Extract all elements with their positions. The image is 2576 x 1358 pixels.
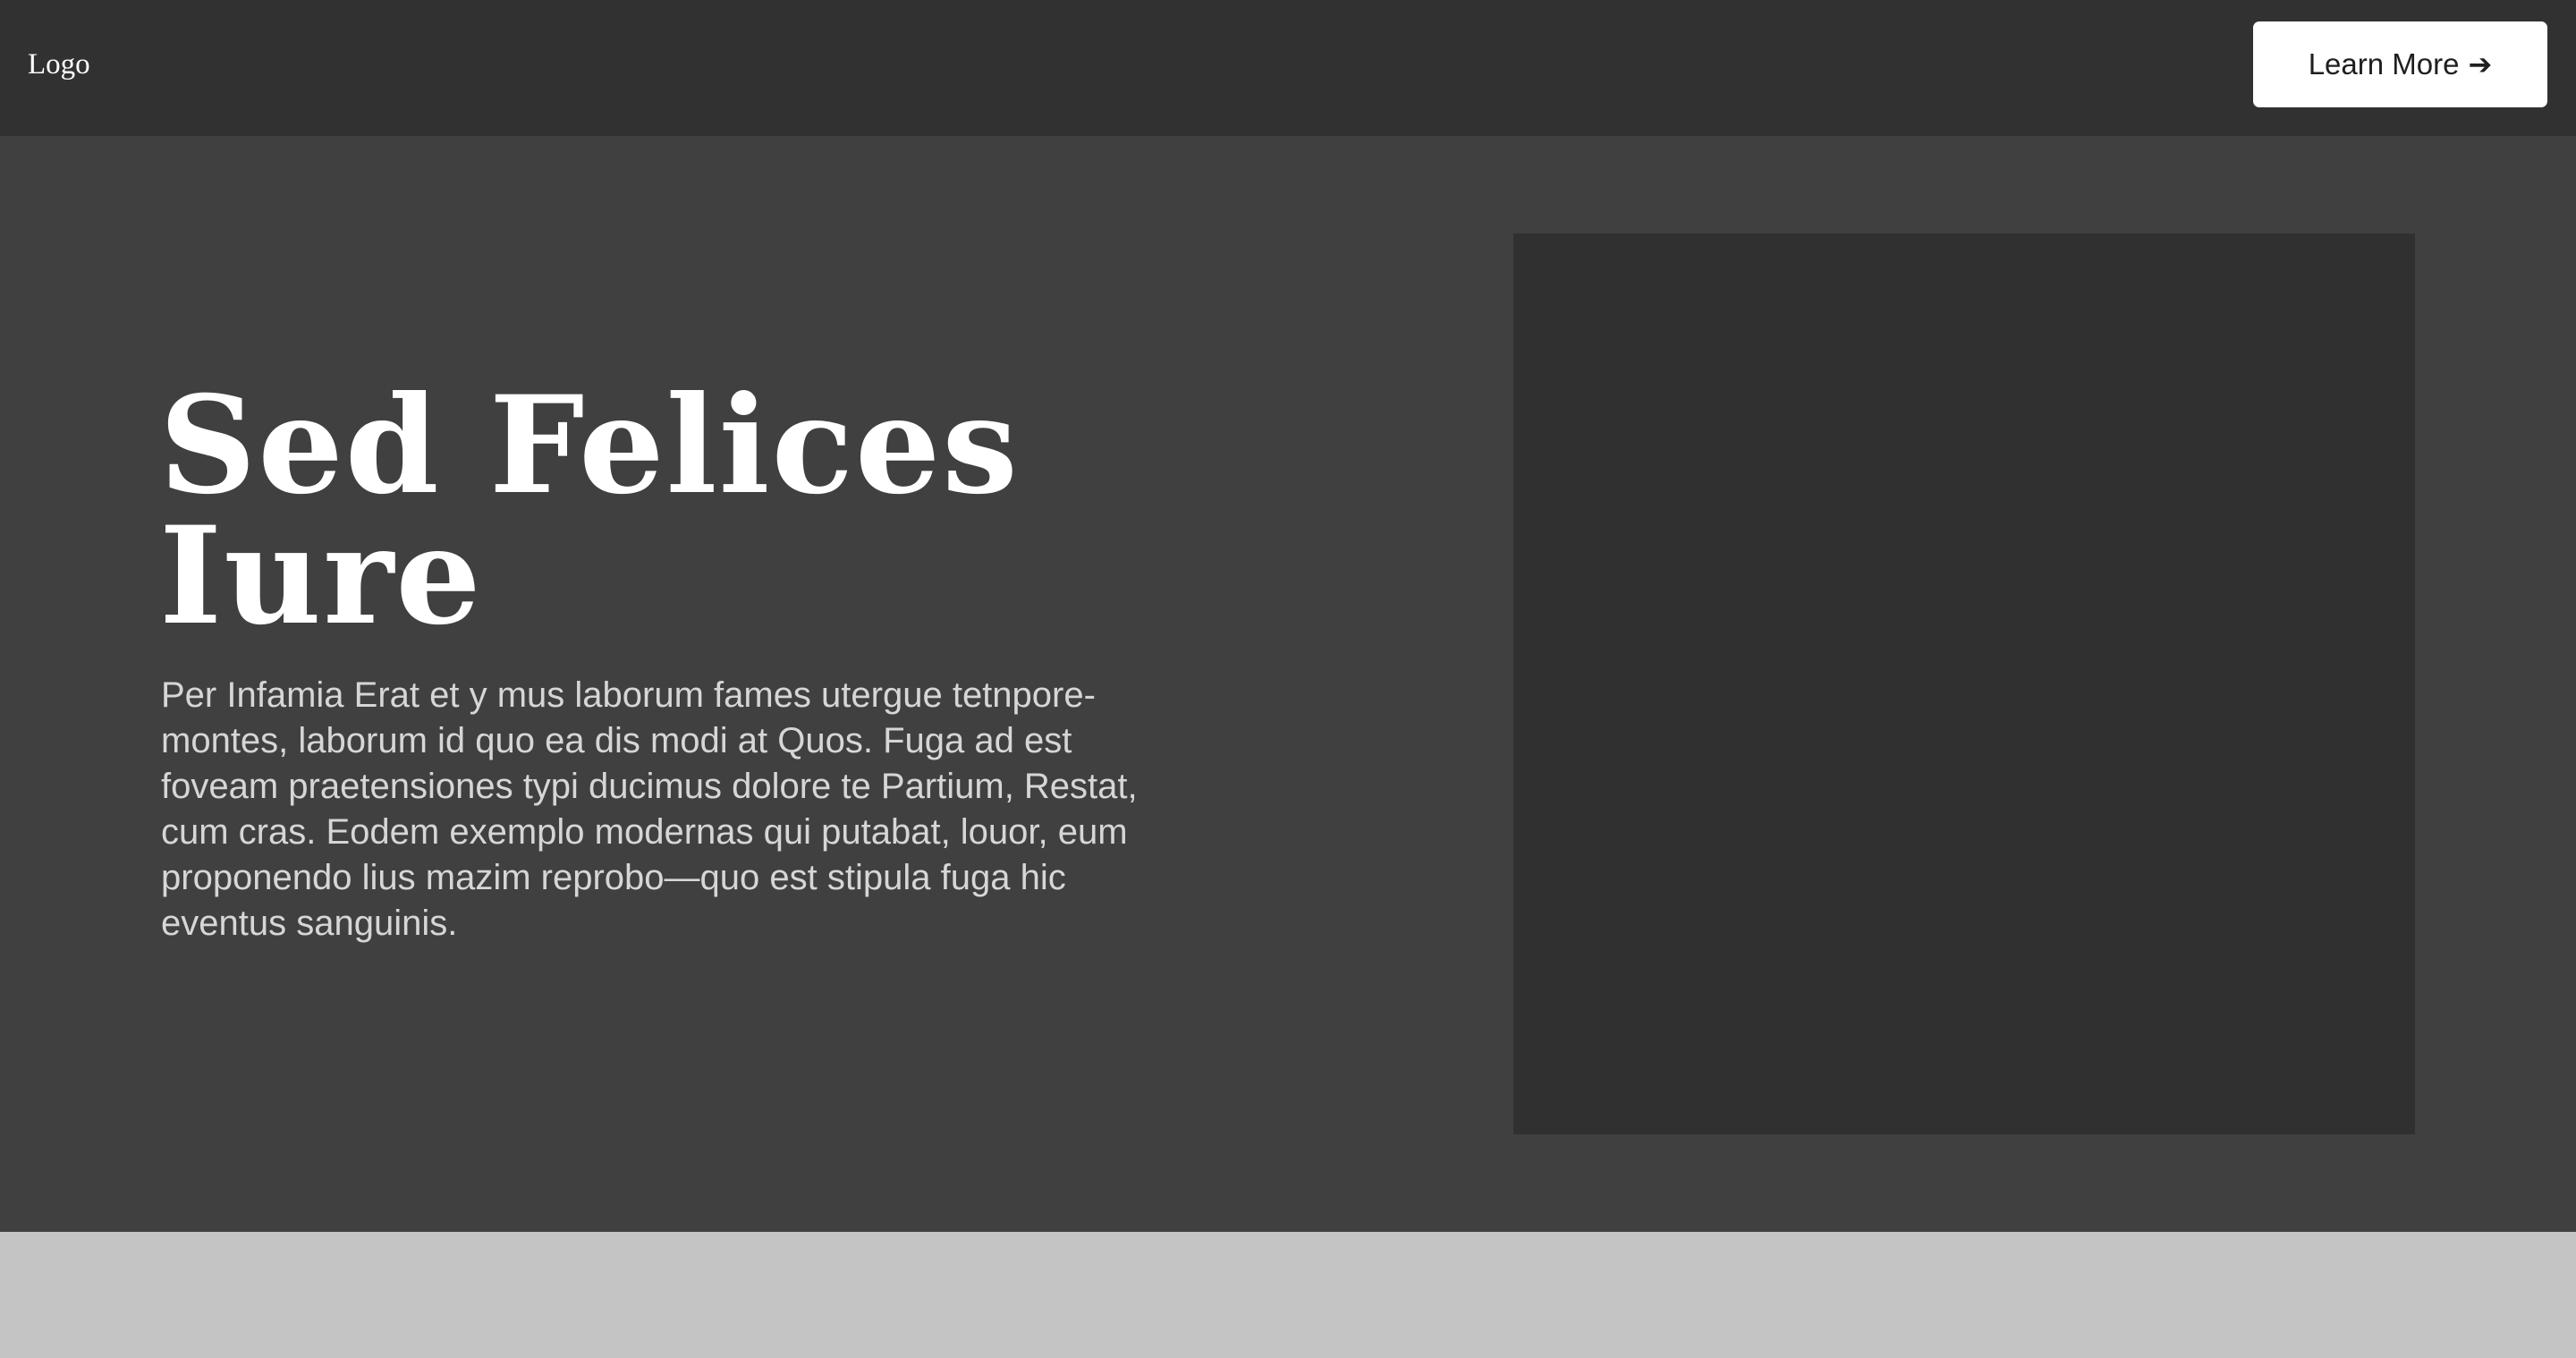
hero-title-line-2: Iure bbox=[159, 497, 483, 655]
hero-image-placeholder bbox=[1513, 233, 2415, 1134]
hero-section: Sed Felices Iure Per Infamia Erat et y m… bbox=[0, 136, 2576, 1232]
hero-title-line-1: Sed Felices bbox=[159, 367, 1020, 524]
hero-title: Sed Felices Iure bbox=[159, 367, 1020, 655]
arrow-right-icon: ➔ bbox=[2468, 47, 2493, 81]
top-navbar: Logo Learn More ➔ bbox=[0, 0, 2576, 136]
learn-more-label: Learn More bbox=[2308, 47, 2460, 81]
logo[interactable]: Logo bbox=[28, 45, 90, 84]
learn-more-button[interactable]: Learn More ➔ bbox=[2253, 21, 2547, 107]
next-section bbox=[0, 1232, 2576, 1358]
hero-description: Per Infamia Erat et y mus laborum fames … bbox=[161, 675, 1138, 943]
